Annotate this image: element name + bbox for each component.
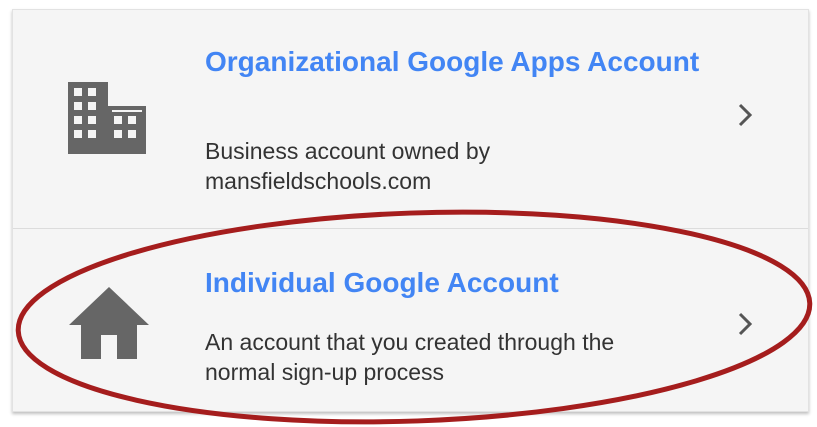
account-chooser-card: Organizational Google Apps Account Busin… — [12, 9, 809, 412]
individual-account-description: An account that you created through the … — [205, 329, 615, 385]
individual-account-option[interactable]: Individual Google Account An account tha… — [13, 229, 808, 413]
chevron-right-icon — [738, 103, 753, 127]
organizational-account-title: Organizational Google Apps Account — [205, 46, 700, 77]
home-icon — [69, 287, 149, 359]
chevron-right-icon — [738, 312, 753, 336]
individual-account-title: Individual Google Account — [205, 267, 559, 298]
organizational-account-description: Business account owned by mansfieldschoo… — [205, 138, 491, 194]
building-icon — [68, 82, 146, 154]
organizational-account-option[interactable]: Organizational Google Apps Account Busin… — [13, 10, 808, 228]
